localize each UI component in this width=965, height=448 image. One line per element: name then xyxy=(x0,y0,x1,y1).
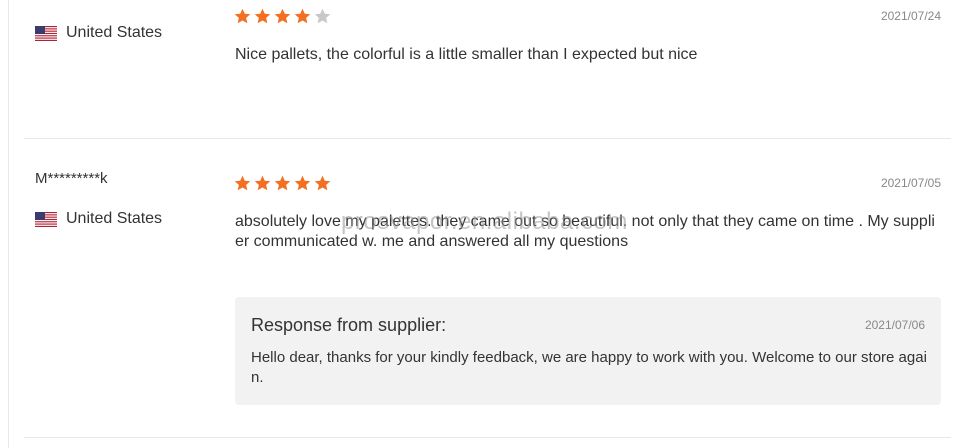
review-text: Nice pallets, the colorful is a little s… xyxy=(235,46,698,63)
reviews-page: United States 2021/07/24 Nice pallets, t… xyxy=(0,0,965,448)
review-text: absolutely love my palettes. they came o… xyxy=(235,213,935,250)
reviewer-country: United States xyxy=(35,24,162,42)
star-filled-icon xyxy=(294,175,311,191)
reviewer-name: M*********k xyxy=(35,170,108,187)
star-filled-icon xyxy=(234,8,251,24)
response-text: Hello dear, thanks for your kindly feedb… xyxy=(251,349,927,386)
star-filled-icon xyxy=(294,8,311,24)
response-title: Response from supplier: xyxy=(251,315,447,335)
star-filled-icon xyxy=(234,175,251,191)
us-flag-icon xyxy=(35,211,57,227)
star-filled-icon xyxy=(274,8,291,24)
reviewer-country: United States xyxy=(35,210,162,228)
country-label: United States xyxy=(66,210,163,227)
review-date: 2021/07/05 xyxy=(880,176,941,190)
star-empty-icon xyxy=(314,8,331,24)
review-item: United States 2021/07/24 Nice pallets, t… xyxy=(24,0,951,139)
star-filled-icon xyxy=(314,175,331,191)
star-rating xyxy=(233,7,332,26)
review-date: 2021/07/24 xyxy=(880,9,941,23)
review-item: M*********k United States 2021/07/05 abs… xyxy=(24,139,951,438)
supplier-response: Response from supplier: 2021/07/06 Hello… xyxy=(235,297,941,405)
country-label: United States xyxy=(66,24,163,41)
star-filled-icon xyxy=(274,175,291,191)
star-rating xyxy=(233,174,332,193)
left-divider xyxy=(8,0,9,448)
star-filled-icon xyxy=(254,175,271,191)
star-filled-icon xyxy=(254,8,271,24)
response-date: 2021/07/06 xyxy=(864,318,925,332)
us-flag-icon xyxy=(35,25,57,41)
